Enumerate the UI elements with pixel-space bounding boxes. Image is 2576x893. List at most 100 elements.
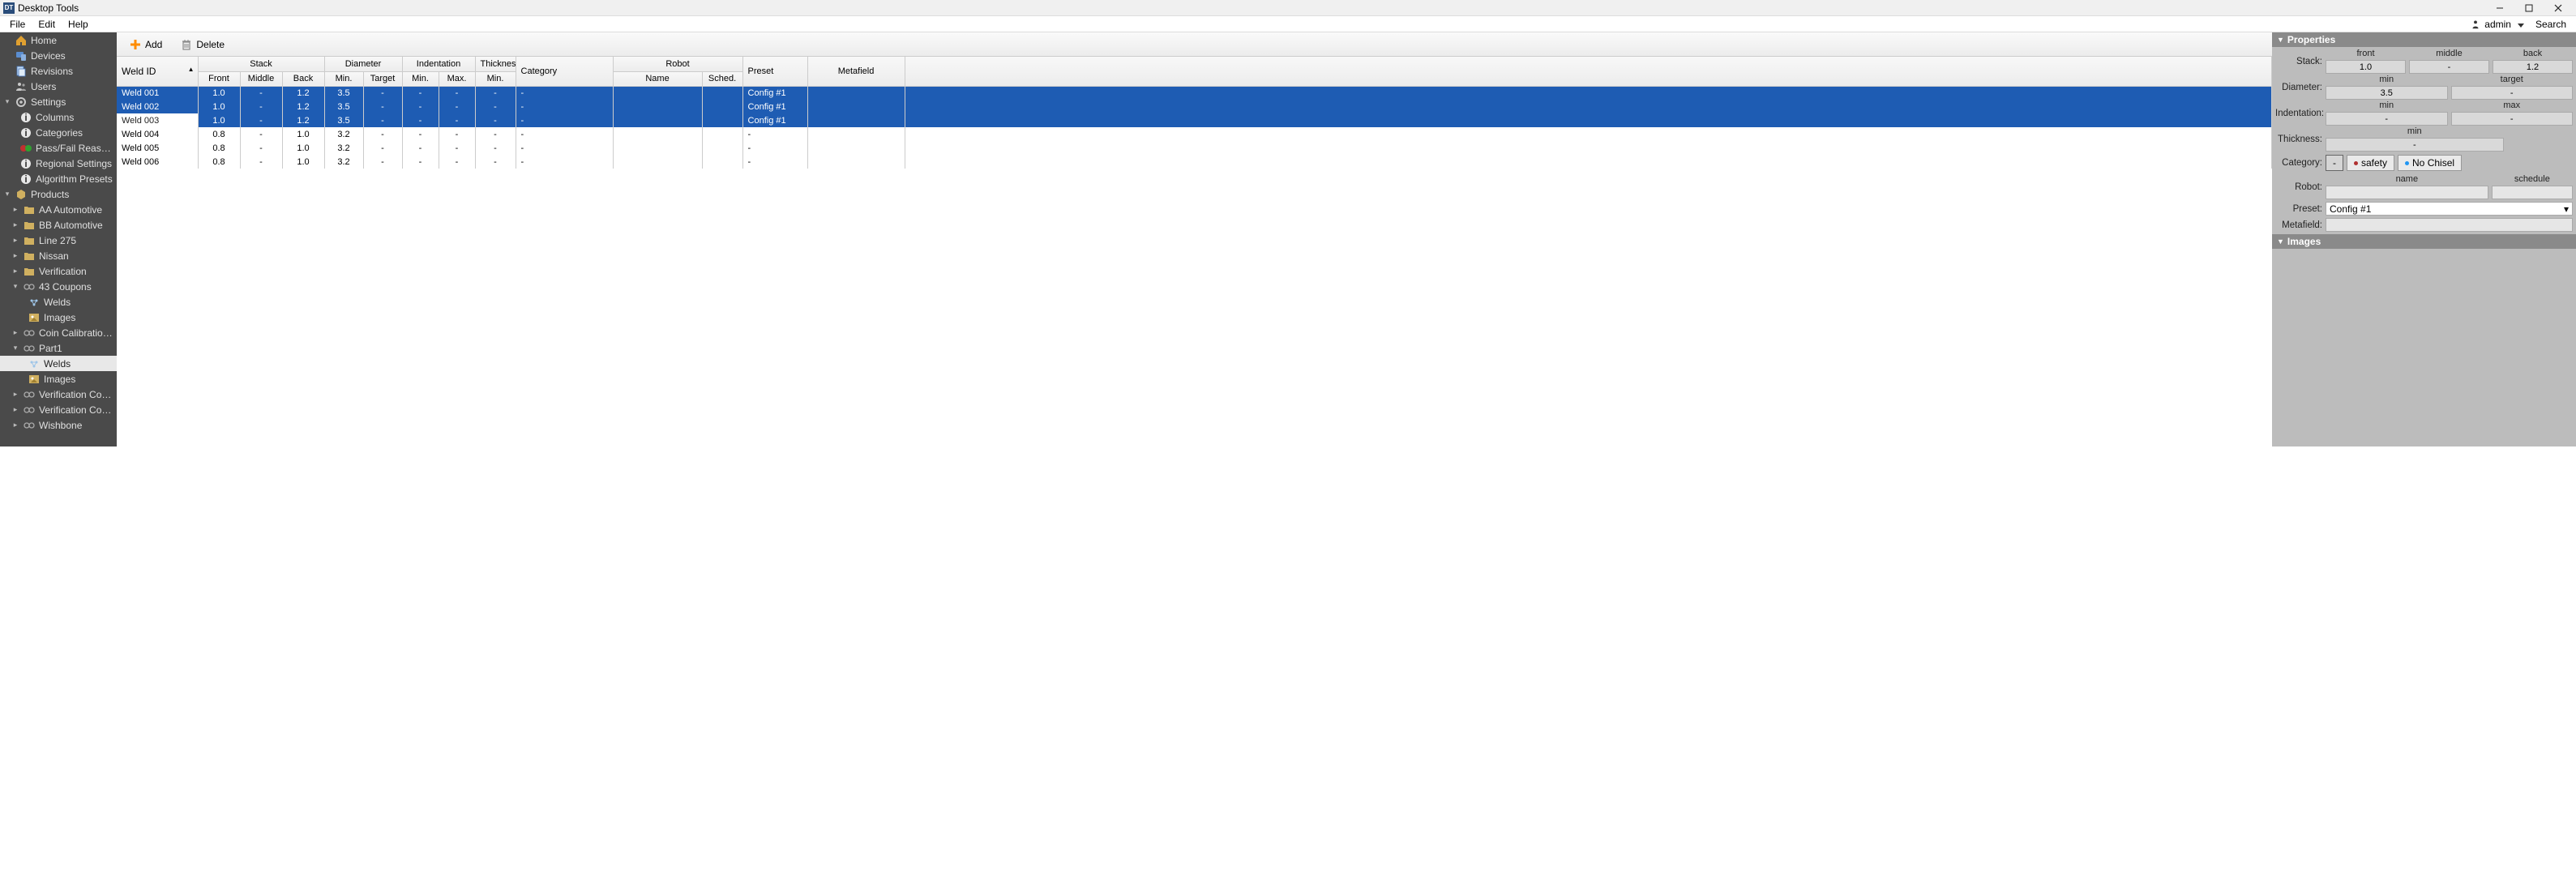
col-robot-name[interactable]: Name [613,71,702,86]
table-cell[interactable]: - [475,127,516,141]
sidebar-item-settings[interactable]: ▾ Settings [0,94,117,109]
maximize-button[interactable] [2514,0,2544,16]
user-menu[interactable]: admin [2465,17,2529,32]
sidebar-item-product[interactable]: ▸AA Automotive [0,202,117,217]
table-cell[interactable]: Config #1 [742,86,807,100]
table-cell[interactable]: - [402,155,439,169]
sidebar-item-product[interactable]: ▸Verification Coup... [0,402,117,417]
table-cell[interactable] [807,155,905,169]
table-cell[interactable]: - [240,113,282,127]
table-cell[interactable]: 1.2 [282,100,324,113]
table-cell[interactable]: - [240,100,282,113]
table-cell[interactable]: - [363,155,402,169]
prop-preset-dropdown[interactable]: Config #1▾ [2326,202,2573,216]
table-cell[interactable] [905,127,2271,141]
sidebar-item-home[interactable]: Home [0,32,117,48]
table-cell[interactable]: - [516,127,613,141]
table-cell[interactable] [613,86,702,100]
table-cell[interactable]: - [402,127,439,141]
table-cell[interactable] [702,86,742,100]
table-cell[interactable] [613,127,702,141]
sidebar-item-welds[interactable]: Welds [0,294,117,310]
table-cell[interactable] [905,155,2271,169]
sidebar-item-devices[interactable]: Devices [0,48,117,63]
table-cell[interactable] [613,155,702,169]
table-cell[interactable]: Config #1 [742,100,807,113]
table-cell[interactable]: 1.0 [282,155,324,169]
table-cell[interactable]: - [516,155,613,169]
col-diam-target[interactable]: Target [363,71,402,86]
table-cell[interactable]: 1.0 [282,127,324,141]
table-cell[interactable]: - [363,127,402,141]
table-cell[interactable] [807,127,905,141]
col-stack-front[interactable]: Front [198,71,240,86]
table-cell[interactable]: 3.2 [324,141,363,155]
table-cell[interactable] [807,86,905,100]
properties-header[interactable]: ▼ Properties [2272,32,2576,47]
table-cell[interactable] [702,155,742,169]
sidebar-item-categories[interactable]: i Categories [0,125,117,140]
prop-diam-target-value[interactable]: - [2451,86,2574,100]
table-cell[interactable]: - [402,113,439,127]
table-cell[interactable]: - [439,100,475,113]
table-cell[interactable] [613,100,702,113]
col-thickness[interactable]: Thickness [475,57,516,71]
table-cell[interactable]: - [475,86,516,100]
sidebar-item-product[interactable]: ▸Line 275 [0,233,117,248]
col-robot-sched[interactable]: Sched. [702,71,742,86]
table-cell[interactable]: 3.5 [324,86,363,100]
add-button[interactable]: Add [123,35,168,54]
col-stack-back[interactable]: Back [282,71,324,86]
table-cell[interactable] [905,141,2271,155]
table-cell[interactable] [905,100,2271,113]
sidebar-item-images[interactable]: Images [0,310,117,325]
table-cell[interactable]: 1.0 [198,86,240,100]
prop-indent-max-value[interactable]: - [2451,112,2574,126]
table-cell[interactable]: 0.8 [198,155,240,169]
prop-stack-front-value[interactable]: 1.0 [2326,60,2406,74]
search-link[interactable]: Search [2529,17,2573,32]
category-option[interactable]: - [2326,155,2343,171]
table-cell[interactable]: 3.2 [324,127,363,141]
prop-stack-middle-value[interactable]: - [2409,60,2489,74]
menu-edit[interactable]: Edit [32,17,62,32]
table-cell[interactable]: - [516,113,613,127]
table-cell[interactable] [702,113,742,127]
table-cell[interactable]: - [439,141,475,155]
table-cell[interactable] [613,113,702,127]
col-indent-max[interactable]: Max. [439,71,475,86]
table-cell[interactable] [807,100,905,113]
table-cell[interactable] [702,100,742,113]
table-cell[interactable]: - [363,86,402,100]
col-indentation[interactable]: Indentation [402,57,475,71]
sidebar-item-columns[interactable]: i Columns [0,109,117,125]
table-cell[interactable]: - [475,100,516,113]
delete-button[interactable]: Delete [174,35,230,54]
prop-stack-back-value[interactable]: 1.2 [2493,60,2573,74]
table-row[interactable]: Weld 0031.0-1.23.5-----Config #1 [117,113,2272,127]
table-row[interactable]: Weld 0050.8-1.03.2------ [117,141,2272,155]
col-indent-min[interactable]: Min. [402,71,439,86]
table-cell[interactable]: Config #1 [742,113,807,127]
table-cell[interactable]: 3.5 [324,113,363,127]
table-cell[interactable]: Weld 004 [117,127,198,141]
prop-indent-min-value[interactable]: - [2326,112,2448,126]
col-diam-min[interactable]: Min. [324,71,363,86]
table-row[interactable]: Weld 0060.8-1.03.2------ [117,155,2272,169]
table-cell[interactable]: 1.0 [198,100,240,113]
sidebar-item-product[interactable]: ▸Nissan [0,248,117,263]
sidebar-item-products[interactable]: ▾ Products [0,186,117,202]
table-cell[interactable]: 0.8 [198,127,240,141]
table-cell[interactable]: Weld 005 [117,141,198,155]
table-cell[interactable]: 1.2 [282,113,324,127]
sidebar-item-algorithm[interactable]: i Algorithm Presets [0,171,117,186]
table-cell[interactable]: - [363,141,402,155]
table-cell[interactable]: - [516,100,613,113]
table-cell[interactable]: - [475,113,516,127]
table-cell[interactable]: - [475,155,516,169]
table-cell[interactable] [807,141,905,155]
sidebar-item-users[interactable]: Users [0,79,117,94]
table-cell[interactable]: - [363,100,402,113]
prop-metafield-value[interactable] [2326,218,2573,232]
sidebar-item-welds[interactable]: Welds [0,356,117,371]
